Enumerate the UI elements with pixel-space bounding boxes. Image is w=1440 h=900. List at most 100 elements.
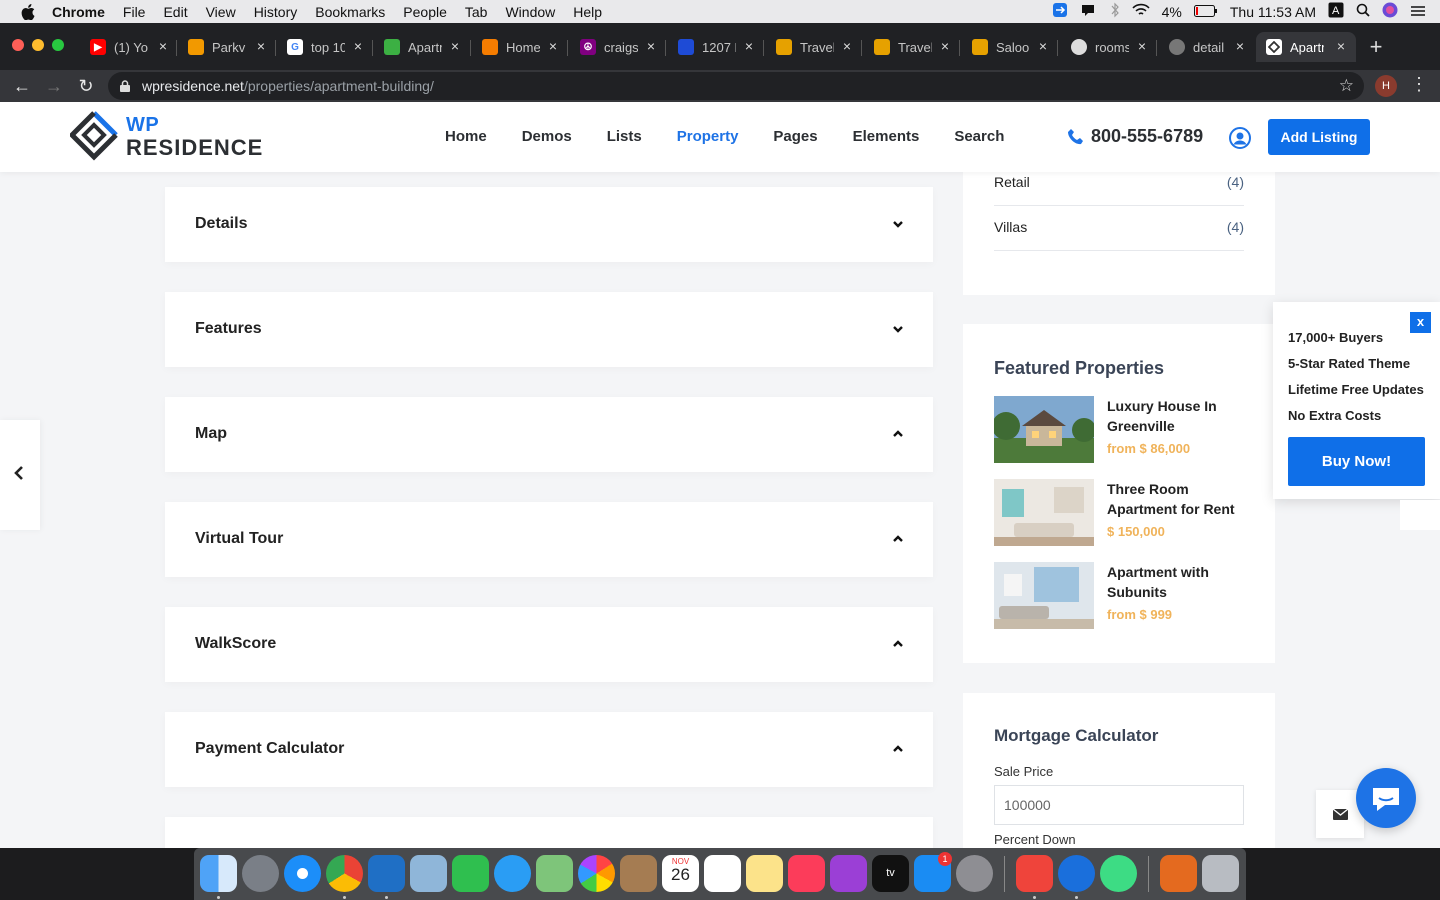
podcasts-icon[interactable]	[830, 855, 867, 892]
property-thumbnail[interactable]	[994, 479, 1094, 546]
new-tab-button[interactable]: +	[1366, 36, 1386, 58]
accordion-features[interactable]: Features	[165, 292, 933, 367]
close-tab-icon[interactable]: ×	[742, 39, 756, 53]
back-button[interactable]: ←	[10, 74, 34, 98]
nav-pages[interactable]: Pages	[773, 128, 817, 145]
property-thumbnail[interactable]	[994, 562, 1094, 629]
menu-view[interactable]: View	[206, 4, 236, 20]
contacts-icon[interactable]	[620, 855, 657, 892]
siri-icon[interactable]	[1382, 2, 1398, 21]
system-preferences-icon[interactable]	[956, 855, 993, 892]
category-name[interactable]: Retail	[994, 174, 1030, 190]
browser-tab[interactable]: Parkview×	[188, 32, 268, 62]
featured-property[interactable]: Luxury House In Greenville from $ 86,000	[994, 396, 1244, 464]
menu-app-name[interactable]: Chrome	[52, 4, 105, 20]
header-phone[interactable]: 800-555-6789	[1067, 126, 1203, 147]
site-logo[interactable]: WP RESIDENCE	[70, 111, 262, 161]
browser-tab[interactable]: Travel ×	[874, 32, 952, 62]
category-row[interactable]: Villas (4)	[994, 206, 1244, 251]
close-tab-icon[interactable]: ×	[351, 39, 365, 53]
bluetooth-icon[interactable]	[1110, 2, 1120, 21]
browser-tab-active[interactable]: Apartment×	[1256, 32, 1356, 62]
browser-tab[interactable]: Saloon×	[972, 32, 1050, 62]
reload-button[interactable]: ↻	[74, 74, 98, 98]
battery-icon[interactable]	[1193, 4, 1218, 20]
teamviewer-icon[interactable]	[1058, 855, 1095, 892]
close-tab-icon[interactable]: ×	[254, 39, 268, 53]
maps-icon[interactable]	[536, 855, 573, 892]
property-thumbnail[interactable]	[994, 396, 1094, 463]
apple-menu-icon[interactable]	[20, 3, 36, 20]
clock[interactable]: Thu 11:53 AM	[1230, 4, 1316, 20]
chrome-menu-icon[interactable]: ⋮	[1410, 74, 1428, 95]
sale-price-input[interactable]	[994, 785, 1244, 825]
menu-file[interactable]: File	[123, 4, 146, 20]
close-tab-icon[interactable]: ×	[1036, 39, 1050, 53]
spotlight-search-icon[interactable]	[1356, 3, 1370, 20]
address-bar[interactable]: wpresidence.net/properties/apartment-bui…	[108, 72, 1364, 100]
launchpad-icon[interactable]	[242, 855, 279, 892]
forward-button[interactable]: →	[42, 74, 66, 98]
browser-tab[interactable]: Travel ×	[776, 32, 854, 62]
close-tab-icon[interactable]: ×	[644, 39, 658, 53]
live-chat-button[interactable]	[1356, 768, 1416, 828]
input-source-icon[interactable]: A	[1328, 2, 1344, 21]
accordion-virtual-tour[interactable]: Virtual Tour	[165, 502, 933, 577]
property-name[interactable]: Apartment with Subunits	[1107, 562, 1247, 602]
side-panel-toggle[interactable]	[0, 420, 40, 530]
minimize-window-button[interactable]	[32, 39, 44, 51]
featured-property[interactable]: Three Room Apartment for Rent $ 150,000	[994, 479, 1244, 547]
close-window-button[interactable]	[12, 39, 24, 51]
close-tab-icon[interactable]: ×	[546, 39, 560, 53]
category-name[interactable]: Villas	[994, 219, 1027, 235]
anydesk-icon[interactable]	[1016, 855, 1053, 892]
reminders-icon[interactable]	[704, 855, 741, 892]
user-account-icon[interactable]	[1229, 127, 1251, 149]
browser-tab[interactable]: Home ×	[482, 32, 560, 62]
close-tab-icon[interactable]: ×	[448, 39, 462, 53]
property-name[interactable]: Three Room Apartment for Rent	[1107, 479, 1247, 519]
menu-edit[interactable]: Edit	[163, 4, 187, 20]
chrome-icon[interactable]	[326, 855, 363, 892]
trash-icon[interactable]	[1202, 855, 1239, 892]
accordion-next-section[interactable]	[165, 817, 933, 848]
facetime-icon[interactable]	[452, 855, 489, 892]
close-tab-icon[interactable]: ×	[938, 39, 952, 53]
close-tab-icon[interactable]: ×	[840, 39, 854, 53]
books-icon[interactable]	[1160, 855, 1197, 892]
finder-icon[interactable]	[200, 855, 237, 892]
calendar-icon[interactable]: NOV 26	[662, 855, 699, 892]
wifi-icon[interactable]	[1132, 3, 1150, 20]
menu-bookmarks[interactable]: Bookmarks	[315, 4, 385, 20]
promo-close-button[interactable]: x	[1410, 312, 1431, 333]
menu-window[interactable]: Window	[505, 4, 555, 20]
safari-icon[interactable]	[284, 855, 321, 892]
browser-tab[interactable]: Gtop 10 ×	[287, 32, 365, 62]
nav-demos[interactable]: Demos	[522, 128, 572, 145]
teamviewer-status-icon[interactable]	[1052, 2, 1068, 21]
property-name[interactable]: Luxury House In Greenville	[1107, 396, 1247, 436]
menu-tab[interactable]: Tab	[465, 4, 488, 20]
music-icon[interactable]	[788, 855, 825, 892]
menu-history[interactable]: History	[254, 4, 298, 20]
preview-icon[interactable]	[410, 855, 447, 892]
featured-property[interactable]: Apartment with Subunits from $ 999	[994, 562, 1244, 630]
browser-tab[interactable]: ☮craigslist×	[580, 32, 658, 62]
right-panel-tab[interactable]	[1400, 500, 1440, 530]
close-tab-icon[interactable]: ×	[1233, 39, 1247, 53]
nav-property[interactable]: Property	[677, 128, 739, 145]
vscode-icon[interactable]	[368, 855, 405, 892]
bookmark-star-icon[interactable]: ☆	[1339, 76, 1354, 96]
nav-search[interactable]: Search	[954, 128, 1004, 145]
messages-icon[interactable]	[494, 855, 531, 892]
control-center-icon[interactable]	[1410, 4, 1426, 20]
menu-help[interactable]: Help	[573, 4, 602, 20]
zoom-window-button[interactable]	[52, 39, 64, 51]
notes-icon[interactable]	[746, 855, 783, 892]
accordion-payment-calculator[interactable]: Payment Calculator	[165, 712, 933, 787]
browser-tab[interactable]: detail ×	[1169, 32, 1247, 62]
close-tab-icon[interactable]: ×	[1135, 39, 1149, 53]
phone-number[interactable]: 800-555-6789	[1091, 126, 1203, 147]
apple-tv-icon[interactable]: tv	[872, 855, 909, 892]
browser-tab[interactable]: ▶(1) You×	[90, 32, 170, 62]
